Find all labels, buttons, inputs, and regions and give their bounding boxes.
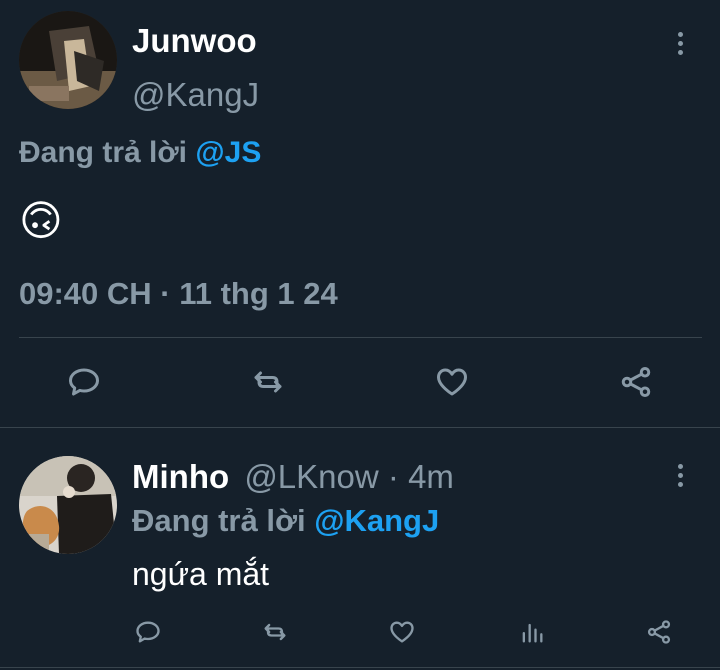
more-vertical-icon[interactable] — [668, 28, 692, 58]
tweet-content: 🙃 — [19, 197, 63, 244]
reply-prefix: Đang trả lời — [19, 136, 188, 169]
tweet-content: ngứa mắt — [132, 556, 270, 592]
reply-to-mention[interactable]: @KangJ — [314, 503, 439, 538]
retweet-icon — [264, 623, 286, 641]
divider — [0, 667, 720, 668]
tweet-header: Minho @LKnow · 4m — [132, 458, 454, 496]
retweet-button[interactable] — [246, 360, 290, 404]
like-icon — [437, 368, 467, 396]
reply-to-mention[interactable]: @JS — [195, 136, 261, 169]
like-button[interactable] — [384, 614, 420, 650]
more-vertical-icon[interactable] — [668, 460, 692, 490]
analytics-icon — [522, 623, 543, 643]
like-button[interactable] — [430, 360, 474, 404]
share-button[interactable] — [614, 360, 658, 404]
share-button[interactable] — [641, 614, 677, 650]
analytics-button[interactable] — [514, 614, 550, 650]
share-icon — [621, 367, 651, 397]
handle[interactable]: @KangJ — [132, 76, 259, 114]
avatar-photo — [19, 456, 117, 554]
reply-context: Đang trả lời @KangJ — [132, 503, 439, 539]
retweet-icon — [254, 371, 282, 393]
time-ago[interactable]: 4m — [408, 458, 454, 495]
timestamp[interactable]: 09:40 CH · 11 thg 1 24 — [19, 276, 338, 312]
reply-prefix: Đang trả lời — [132, 503, 306, 538]
like-icon — [390, 621, 414, 643]
avatar[interactable] — [19, 456, 117, 554]
divider — [19, 337, 702, 338]
avatar[interactable] — [19, 11, 117, 109]
divider — [0, 427, 720, 428]
reply-context: Đang trả lời @JS — [19, 136, 261, 170]
share-icon — [647, 620, 671, 644]
handle[interactable]: @LKnow — [244, 458, 378, 495]
retweet-button[interactable] — [257, 614, 293, 650]
reply-icon — [136, 621, 160, 643]
reply-button[interactable] — [130, 614, 166, 650]
display-name[interactable]: Minho — [132, 458, 229, 495]
display-name[interactable]: Junwoo — [132, 22, 257, 60]
reply-button[interactable] — [62, 360, 106, 404]
reply-icon — [69, 368, 99, 396]
separator: · — [387, 458, 399, 495]
avatar-photo — [19, 11, 117, 109]
